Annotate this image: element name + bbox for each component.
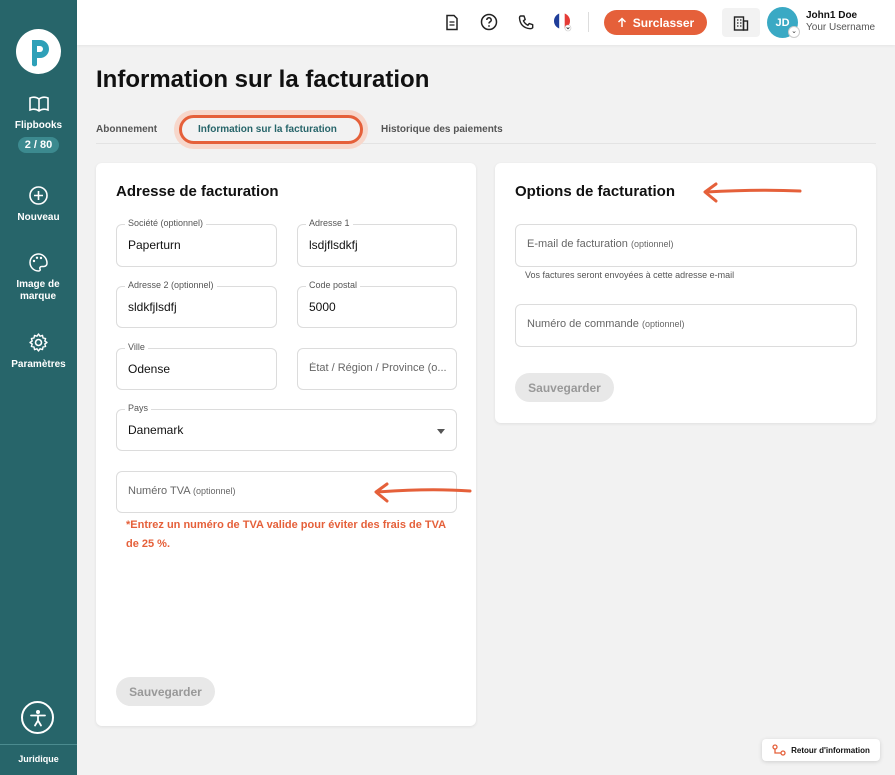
sidebar-item-nouveau[interactable]: Nouveau (0, 185, 77, 224)
postal-code-value: 5000 (309, 300, 336, 314)
feedback-label: Retour d'information (791, 745, 870, 755)
document-icon[interactable] (442, 12, 462, 32)
billing-options-title: Options de facturation (515, 183, 676, 200)
sidebar-item-flipbooks[interactable]: Flipbooks 2 / 80 (0, 94, 77, 153)
country-value: Danemark (128, 423, 184, 437)
juridique-link[interactable]: Juridique (0, 754, 77, 764)
address2-value: sldkfjlsdfj (128, 300, 177, 314)
sidebar-item-label: Paramètres (11, 359, 66, 370)
topbar-divider (588, 12, 589, 32)
address1-field[interactable]: Adresse 1 lsdjflsdkfj (297, 218, 457, 267)
billing-address-title: Adresse de facturation (116, 183, 279, 200)
city-value: Odense (128, 362, 171, 376)
language-flag-icon[interactable] (553, 12, 573, 32)
save-options-button[interactable]: Sauvegarder (515, 373, 614, 402)
company-value: Paperturn (128, 238, 181, 252)
tab-abonnement[interactable]: Abonnement (96, 124, 157, 135)
billing-email-helper: Vos factures seront envoyées à cette adr… (525, 270, 735, 280)
country-label: Pays (125, 403, 152, 413)
postal-code-label: Code postal (306, 280, 361, 290)
feedback-icon (772, 744, 786, 756)
user-name: John1 Doe (806, 10, 858, 21)
sidebar-item-label: Flipbooks (14, 120, 63, 131)
sidebar-item-image-de-marque[interactable]: Image de marque (0, 252, 77, 303)
city-label: Ville (125, 342, 148, 352)
arrow-up-icon (617, 17, 626, 27)
building-icon (733, 15, 749, 31)
flipbook-count-badge: 2 / 80 (17, 137, 60, 153)
sidebar-divider (0, 744, 77, 745)
company-field[interactable]: Société (optionnel) Paperturn (116, 218, 277, 267)
annotation-arrow-icon (703, 182, 802, 203)
user-username: Your Username (806, 22, 876, 33)
page-title: Information sur la facturation (96, 66, 430, 93)
help-icon[interactable] (479, 12, 499, 32)
address2-label: Adresse 2 (optionnel) (125, 280, 217, 290)
city-field[interactable]: Ville Odense (116, 342, 277, 390)
order-number-field[interactable]: Numéro de commande (optionnel) (515, 304, 857, 347)
tab-historique-paiements[interactable]: Historique des paiements (381, 124, 503, 135)
feedback-button[interactable]: Retour d'information (762, 739, 880, 761)
phone-icon[interactable] (516, 12, 536, 32)
sidebar-item-label: Image de marque (16, 279, 60, 302)
sidebar-item-label: Nouveau (17, 212, 60, 223)
postal-code-field[interactable]: Code postal 5000 (297, 280, 457, 328)
gear-icon (29, 333, 48, 352)
billing-email-field[interactable]: E-mail de facturation (optionnel) (515, 224, 857, 267)
paperturn-logo[interactable] (16, 29, 61, 74)
address1-label: Adresse 1 (306, 218, 353, 228)
tab-information-facturation[interactable]: Information sur la facturation (198, 124, 337, 135)
save-address-button[interactable]: Sauvegarder (116, 677, 215, 706)
sidebar-item-parametres[interactable]: Paramètres (0, 332, 77, 371)
state-field[interactable]: État / Région / Province (o... (297, 348, 457, 390)
organization-button[interactable] (722, 8, 760, 37)
address1-value: lsdjflsdkfj (309, 238, 358, 252)
company-label: Société (optionnel) (125, 218, 207, 228)
chevron-down-icon[interactable]: ⌄ (788, 26, 800, 38)
billing-email-placeholder: E-mail de facturation (optionnel) (527, 238, 674, 250)
state-placeholder: État / Région / Province (o... (309, 362, 447, 374)
plus-circle-icon (29, 186, 48, 205)
upgrade-button[interactable]: Surclasser (604, 10, 707, 35)
palette-icon (29, 253, 48, 272)
country-select[interactable]: Pays Danemark (116, 403, 457, 451)
upgrade-label: Surclasser (632, 15, 695, 30)
annotation-arrow-icon (374, 482, 472, 503)
caret-down-icon (437, 429, 445, 434)
accessibility-button[interactable] (21, 701, 54, 734)
accessibility-icon (29, 709, 46, 726)
tab-bar: Abonnement Information sur la facturatio… (96, 115, 876, 144)
sidebar: Flipbooks 2 / 80 Nouveau Image de marque… (0, 0, 77, 775)
book-open-icon (28, 96, 49, 112)
address2-field[interactable]: Adresse 2 (optionnel) sldkfjlsdfj (116, 280, 277, 328)
order-number-placeholder: Numéro de commande (optionnel) (527, 318, 685, 330)
vat-warning-text: *Entrez un numéro de TVA valide pour évi… (126, 519, 446, 550)
topbar: Surclasser JD ⌄ John1 Doe Your Username (77, 0, 895, 45)
